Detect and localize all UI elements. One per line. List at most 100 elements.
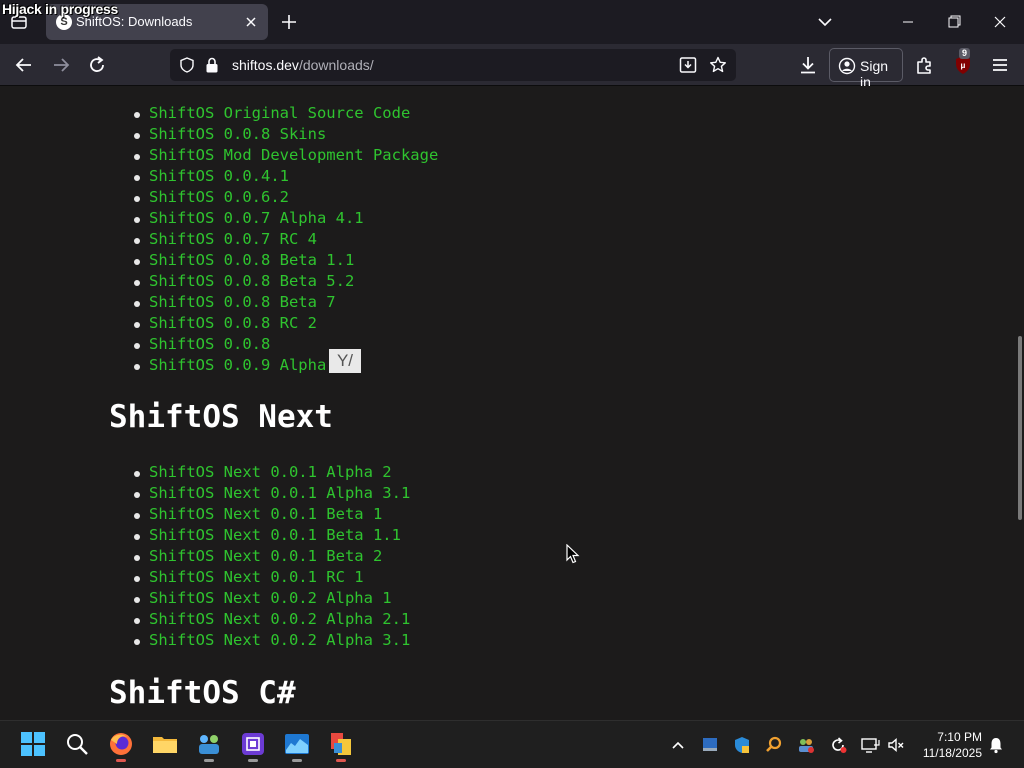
download-link[interactable]: ShiftOS Next 0.0.2 Alpha 2.1 (149, 610, 410, 628)
list-item: ShiftOS 0.0.8 Beta 7 (0, 293, 438, 314)
windows-taskbar: 7:10 PM 11/18/2025 (0, 720, 1024, 768)
running-indicator (248, 759, 258, 762)
sign-in-button[interactable]: Sign in (829, 48, 903, 90)
running-indicator (292, 759, 302, 762)
network-monitor-icon[interactable] (860, 735, 880, 755)
download-link[interactable]: ShiftOS 0.0.7 Alpha 4.1 (149, 209, 364, 227)
section-heading-shiftos-next: ShiftOS Next (109, 399, 333, 435)
save-to-device-icon[interactable] (678, 55, 698, 75)
list-item: ShiftOS Next 0.0.1 Beta 1 (0, 505, 410, 526)
download-link[interactable]: ShiftOS Mod Development Package (149, 146, 438, 164)
back-arrow-icon[interactable] (12, 53, 36, 77)
start-button[interactable] (20, 731, 46, 757)
bookmark-star-icon[interactable] (708, 55, 728, 75)
hijack-overlay-text: Hijack in progress (2, 1, 118, 17)
list-item: ShiftOS Next 0.0.1 Beta 2 (0, 547, 410, 568)
list-item: ShiftOS 0.0.7 Alpha 4.1 (0, 209, 438, 230)
system-clock[interactable]: 7:10 PM 11/18/2025 (914, 729, 982, 761)
download-link[interactable]: ShiftOS 0.0.8 Beta 5.2 (149, 272, 354, 290)
download-link[interactable]: ShiftOS Next 0.0.1 Beta 2 (149, 547, 382, 565)
download-link[interactable]: ShiftOS 0.0.8 Beta 7 (149, 293, 336, 311)
downloads-icon[interactable] (796, 53, 820, 77)
running-indicator (116, 759, 126, 762)
running-indicator (204, 759, 214, 762)
list-item: ShiftOS 0.0.7 RC 4 (0, 230, 438, 251)
taskbar-app-network[interactable] (196, 731, 222, 762)
network-people-icon (199, 735, 219, 754)
search-magnifier-tray-icon[interactable] (764, 735, 784, 755)
shiftos-downloads-list: ShiftOS Original Source Code ShiftOS 0.0.… (0, 104, 438, 377)
ublock-origin-button[interactable]: μ 9 (951, 48, 975, 77)
list-item: ShiftOS 0.0.4.1 (0, 167, 438, 188)
download-link[interactable]: ShiftOS 0.0.4.1 (149, 167, 289, 185)
account-icon (838, 57, 856, 75)
windows-logo-icon (21, 732, 45, 756)
section-heading-shiftos-csharp: ShiftOS C# (109, 675, 296, 711)
window-minimize-icon[interactable] (896, 11, 920, 33)
address-bar[interactable]: shiftos.dev/downloads/ (170, 49, 736, 81)
taskbar-app-cards[interactable] (328, 731, 354, 762)
tracking-protection-shield-icon[interactable] (178, 56, 196, 74)
download-link[interactable]: ShiftOS 0.0.8 (149, 335, 270, 353)
sync-refresh-icon[interactable] (828, 735, 848, 755)
reload-icon[interactable] (85, 53, 109, 77)
list-item: ShiftOS Original Source Code (0, 104, 438, 125)
forward-arrow-icon[interactable] (49, 53, 73, 77)
padlock-icon[interactable] (204, 56, 220, 74)
list-item: ShiftOS 0.0.8 Skins (0, 125, 438, 146)
taskbar-app-monitor[interactable] (284, 731, 310, 762)
download-link[interactable]: ShiftOS Next 0.0.1 Beta 1.1 (149, 526, 401, 544)
list-item: ShiftOS 0.0.9 Alpha (0, 356, 438, 377)
download-link[interactable]: ShiftOS Original Source Code (149, 104, 410, 122)
page-viewport: ShiftOS Original Source Code ShiftOS 0.0.… (0, 86, 1024, 720)
clock-date: 11/18/2025 (922, 746, 982, 760)
svg-text:μ: μ (961, 61, 966, 70)
download-link[interactable]: ShiftOS 0.0.6.2 (149, 188, 289, 206)
download-link[interactable]: ShiftOS 0.0.8 Beta 1.1 (149, 251, 354, 269)
window-restore-icon[interactable] (942, 11, 966, 33)
download-link[interactable]: ShiftOS Next 0.0.1 Beta 1 (149, 505, 382, 523)
url-path: /downloads/ (298, 57, 374, 73)
url-text[interactable]: shiftos.dev/downloads/ (232, 57, 374, 73)
extensions-puzzle-icon[interactable] (913, 53, 937, 77)
list-item: ShiftOS Next 0.0.2 Alpha 2.1 (0, 610, 410, 631)
list-item: ShiftOS 0.0.8 Beta 1.1 (0, 251, 438, 272)
download-link[interactable]: ShiftOS Next 0.0.2 Alpha 3.1 (149, 631, 410, 649)
mouse-pointer-icon (566, 544, 580, 564)
download-link[interactable]: ShiftOS Next 0.0.1 RC 1 (149, 568, 364, 586)
new-tab-plus-icon[interactable] (278, 11, 300, 33)
running-indicator (336, 759, 346, 762)
search-button[interactable] (64, 731, 90, 757)
selection-tooltip: Y/ (329, 349, 361, 373)
download-link[interactable]: ShiftOS Next 0.0.1 Alpha 3.1 (149, 484, 410, 502)
page-scrollbar-thumb[interactable] (1018, 336, 1022, 520)
resource-monitor-icon (285, 734, 309, 754)
folder-icon (153, 737, 177, 753)
list-all-tabs-chevron-icon[interactable] (814, 11, 836, 33)
hamburger-menu-icon[interactable] (988, 53, 1012, 77)
download-link[interactable]: ShiftOS Next 0.0.1 Alpha 2 (149, 463, 392, 481)
taskbar-file-explorer[interactable] (152, 731, 178, 757)
download-link[interactable]: ShiftOS 0.0.8 RC 2 (149, 314, 317, 332)
tray-app-window-icon[interactable] (700, 735, 720, 755)
search-icon (67, 734, 88, 755)
list-item: ShiftOS Next 0.0.1 Alpha 2 (0, 463, 410, 484)
taskbar-firefox[interactable] (108, 731, 134, 762)
speaker-muted-icon[interactable] (886, 735, 906, 755)
list-item: ShiftOS 0.0.8 RC 2 (0, 314, 438, 335)
taskbar-app-chip[interactable] (240, 731, 266, 762)
download-link[interactable]: ShiftOS 0.0.7 RC 4 (149, 230, 317, 248)
notifications-bell-icon[interactable] (986, 735, 1006, 755)
defender-shield-icon[interactable] (732, 735, 752, 755)
shiftos-next-downloads-list: ShiftOS Next 0.0.1 Alpha 2 ShiftOS Next 0… (0, 463, 410, 652)
tray-people-icon[interactable] (796, 735, 816, 755)
close-tab-icon[interactable] (240, 11, 262, 33)
window-close-icon[interactable] (988, 11, 1012, 33)
list-item: ShiftOS Next 0.0.2 Alpha 3.1 (0, 631, 410, 652)
show-hidden-icons-chevron-icon[interactable] (668, 735, 688, 755)
download-link[interactable]: ShiftOS Next 0.0.2 Alpha 1 (149, 589, 392, 607)
download-link[interactable]: ShiftOS 0.0.8 Skins (149, 125, 326, 143)
ublock-block-count-badge: 9 (959, 48, 971, 59)
firefox-icon (110, 733, 132, 755)
download-link[interactable]: ShiftOS 0.0.9 Alpha (149, 356, 326, 374)
